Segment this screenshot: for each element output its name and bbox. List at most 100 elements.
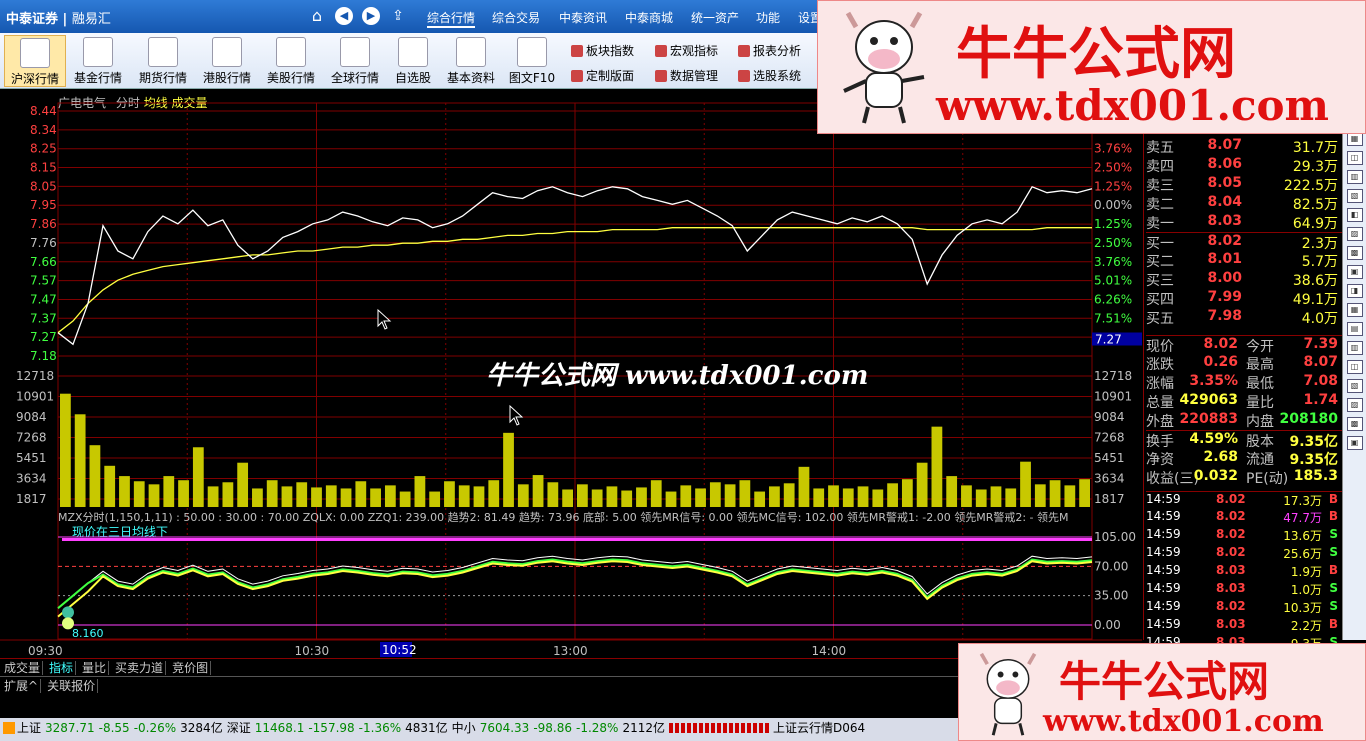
back-icon[interactable]: ◀ [335,7,353,25]
tick-volume: 13.6万 [1283,529,1322,543]
tool-icon[interactable]: ◫ [1346,360,1363,374]
tool-icon[interactable]: ▣ [1346,265,1363,279]
signal-marker [62,606,74,619]
bid-row[interactable]: 买五 7.98 4.0万 [1146,308,1342,327]
menu-market[interactable]: 综合行情 [427,9,476,28]
stat-label: 股本 [1246,434,1274,450]
bid-row[interactable]: 买三 8.00 38.6万 [1146,270,1342,289]
vol-tick-label: 12718 [16,369,54,383]
tb-us[interactable]: 美股行情 [260,35,322,87]
volume-bar [813,488,825,507]
tab-related[interactable]: 关联报价 [45,679,99,693]
stat-value: 3.35% [1189,373,1238,389]
tb-sh-sz[interactable]: 沪深行情 [4,35,66,87]
bid-row[interactable]: 买二 8.01 5.7万 [1146,251,1342,270]
stat-label: 换手 [1146,434,1174,450]
tb-screener[interactable]: 选股系统 [738,67,801,84]
menu-trade[interactable]: 综合交易 [492,9,540,26]
tb-futures[interactable]: 期货行情 [132,35,194,87]
bid-row[interactable]: 买一 8.02 2.3万 [1146,232,1342,252]
stat-label: 今开 [1246,339,1274,355]
ask-row[interactable]: 卖四 8.06 29.3万 [1146,156,1342,175]
tool-icon[interactable]: ◨ [1346,284,1363,298]
tab-volume[interactable]: 成交量 [2,661,44,675]
sh-index[interactable]: 3287.71 [45,721,95,735]
tick-volume: 10.3万 [1283,601,1322,615]
menu-news[interactable]: 中泰资讯 [559,9,607,26]
status-icon [3,722,15,734]
vol-tick-label-right: 1817 [1094,492,1125,506]
vol-tick-label: 5451 [16,451,47,465]
price-tick-label: 7.57 [30,274,57,288]
tool-icon[interactable]: ▦ [1346,303,1363,317]
stat-label: 涨幅 [1146,376,1174,392]
stat-label: 量比 [1246,395,1274,411]
ask-row[interactable]: 卖五 8.07 31.7万 [1146,137,1342,156]
tool-icon[interactable]: ▩ [1346,246,1363,260]
tool-icon[interactable]: ▨ [1346,227,1363,241]
tb-layout[interactable]: 定制版面 [571,67,634,84]
tool-icon[interactable]: ◧ [1346,208,1363,222]
cloud-label[interactable]: 上证云行情D064 [773,721,865,735]
price-tick-label: 7.27 [30,330,57,344]
tool-icon[interactable]: ◫ [1346,151,1363,165]
center-watermark: 牛牛公式网 www.tdx001.com [486,361,869,391]
tick-time: 14:59 [1146,545,1181,559]
tick-row: 14:59 8.02 47.7万 B [1146,509,1342,527]
sz-index[interactable]: 11468.1 [255,721,305,735]
tb-report[interactable]: 报表分析 [738,42,801,59]
tool-icon[interactable]: ▨ [1346,398,1363,412]
tool-icon[interactable]: ▣ [1346,436,1363,450]
tb-basic[interactable]: 基本资料 [440,35,502,87]
home-icon[interactable]: ⌂ [308,7,326,25]
volume-bar [1079,479,1090,507]
tool-icon[interactable]: ▤ [1346,322,1363,336]
volume-bar [517,484,529,507]
time-label: 10:30 [295,644,330,658]
tb-watchlist[interactable]: 自选股 [382,35,444,87]
tab-expand[interactable]: 扩展^ [2,679,42,693]
stat-label: 外盘 [1146,414,1174,430]
tick-row: 14:59 8.03 1.9万 B [1146,563,1342,581]
ask-row[interactable]: 卖二 8.04 82.5万 [1146,194,1342,213]
share-icon[interactable]: ⇪ [389,7,407,25]
report-icon [738,45,750,57]
tool-icon[interactable]: ▧ [1346,379,1363,393]
tab-volume-ratio[interactable]: 量比 [80,661,110,675]
tab-indicator[interactable]: 指标 [47,661,77,675]
tb-global[interactable]: 全球行情 [324,35,386,87]
tool-icon[interactable]: ▧ [1346,189,1363,203]
volume-bar [429,491,441,507]
bid-row[interactable]: 买四 7.99 49.1万 [1146,289,1342,308]
forward-icon[interactable]: ▶ [362,7,380,25]
menu-function[interactable]: 功能 [756,9,780,26]
tb-data-mgmt[interactable]: 数据管理 [655,67,718,84]
tab-auction[interactable]: 竞价图 [170,661,212,675]
volume-bar [281,486,293,507]
tb-f10[interactable]: 图文F10 [501,35,563,87]
tb-fund[interactable]: 基金行情 [67,35,129,87]
tool-icon[interactable]: ▥ [1346,170,1363,184]
zx-index[interactable]: 7604.33 [480,721,530,735]
watermark-bottom: 牛牛公式网 www.tdx001.com [958,643,1366,741]
tool-icon[interactable]: ▥ [1346,341,1363,355]
level-label: 买五 [1146,311,1174,327]
vol-tick-label: 9084 [16,410,47,424]
ask-row[interactable]: 卖一 8.03 64.9万 [1146,213,1342,232]
level-price: 8.02 [1207,233,1242,249]
tool-icon[interactable]: ▩ [1346,417,1363,431]
tb-macro[interactable]: 宏观指标 [655,42,718,59]
menu-assets[interactable]: 统一资产 [691,9,739,26]
tick-row: 14:59 8.03 1.0万 S [1146,581,1342,599]
key-icon [456,37,486,67]
tb-sector-index[interactable]: 板块指数 [571,42,634,59]
sh-label: 上证 [17,721,42,735]
tb-hk[interactable]: 港股行情 [196,35,258,87]
menu-mall[interactable]: 中泰商城 [625,9,673,26]
tool-icon[interactable]: ▦ [1346,132,1363,146]
tick-price: 8.03 [1216,563,1246,577]
app-brand: 中泰证券 | 融易汇 [6,12,111,27]
tab-buy-sell[interactable]: 买卖力道 [113,661,167,675]
vol-tick-label-right: 9084 [1094,410,1125,424]
ask-row[interactable]: 卖三 8.05 222.5万 [1146,175,1342,194]
